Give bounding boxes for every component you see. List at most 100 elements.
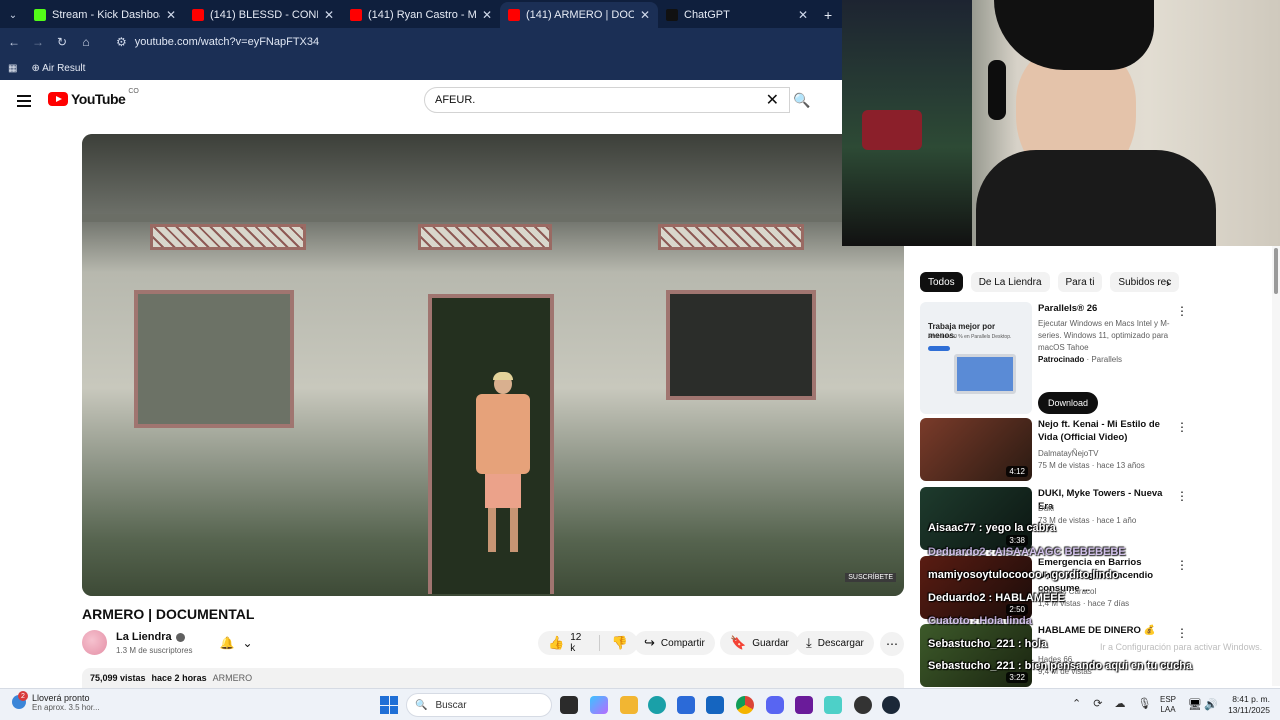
channel-avatar[interactable] xyxy=(82,630,107,655)
url-text: youtube.com/watch?v=eyFNapFTX34 xyxy=(134,36,320,48)
url-field[interactable]: ⚙ youtube.com/watch?v=eyFNapFTX34 xyxy=(108,31,836,53)
store-icon[interactable] xyxy=(677,696,695,714)
chevron-up-icon[interactable]: ⌃ xyxy=(1072,697,1081,710)
share-button[interactable]: ↪ Compartir xyxy=(634,631,715,655)
network-icon[interactable]: 🖥 xyxy=(1188,698,1202,711)
recommendation-item[interactable]: 3:38 DUKI, Myke Towers - Nueva Era Duki … xyxy=(920,487,1190,551)
search-icon: 🔍 xyxy=(415,699,428,711)
weather-widget[interactable]: 2 Lloverá pronto En aprox. 3.5 hor... xyxy=(12,691,100,712)
home-icon[interactable]: ⌂ xyxy=(78,35,94,49)
chevron-right-icon[interactable]: › xyxy=(1166,276,1170,290)
lang-secondary: LAA xyxy=(1160,705,1176,714)
clock[interactable]: 8:41 p. m. 13/11/2025 xyxy=(1226,694,1270,716)
new-tab-icon[interactable]: + xyxy=(816,2,840,28)
bookmark-label: Air Result xyxy=(42,62,86,74)
download-label: Descargar xyxy=(817,637,864,649)
wall-window xyxy=(666,290,816,400)
more-options-icon[interactable]: ⋮ xyxy=(1176,626,1188,640)
more-actions-icon[interactable]: ⋯ xyxy=(880,632,904,656)
save-button[interactable]: 🔖 Guardar xyxy=(720,631,799,655)
volume-icon[interactable]: 🔊 xyxy=(1204,698,1218,711)
browser-tab[interactable]: (141) Ryan Castro - Malory (Vid ✕ xyxy=(342,2,500,28)
recommendation-title[interactable]: DUKI, Myke Towers - Nueva Era xyxy=(1038,487,1178,513)
hashtag[interactable]: ARMERO xyxy=(213,673,253,685)
video-thumbnail[interactable]: 3:22 xyxy=(920,624,1032,687)
site-info-icon[interactable]: ⚙ xyxy=(116,35,127,49)
ad-title[interactable]: Parallels® 26 xyxy=(1038,302,1178,315)
video-thumbnail[interactable]: 3:38 xyxy=(920,487,1032,550)
chip-all[interactable]: Todos xyxy=(920,272,963,292)
youtube-logo[interactable]: YouTube CO xyxy=(48,88,139,107)
chrome-icon[interactable] xyxy=(736,696,754,714)
task-view-icon[interactable] xyxy=(560,696,578,714)
edge-icon[interactable] xyxy=(648,696,666,714)
cloud-icon[interactable]: ☁ xyxy=(1114,697,1125,710)
clear-search-icon[interactable]: ✕ xyxy=(766,90,779,110)
reload-icon[interactable]: ↻ xyxy=(54,35,70,49)
close-tab-icon[interactable]: ✕ xyxy=(798,8,808,22)
forward-icon[interactable]: → xyxy=(30,35,46,49)
download-icon: ⤓ xyxy=(806,635,812,650)
search-icon[interactable]: 🔍 xyxy=(784,87,820,113)
more-options-icon[interactable]: ⋮ xyxy=(1176,304,1188,318)
description-box[interactable]: 75,099 vistas hace 2 horas ARMERO xyxy=(82,668,904,690)
chat-message: Sebastucho_221 : bien pensando aqui en t… xyxy=(928,660,1193,672)
ad-download-button[interactable]: Download xyxy=(1038,392,1099,414)
more-options-icon[interactable]: ⋮ xyxy=(1176,558,1188,572)
file-explorer-icon[interactable] xyxy=(620,696,638,714)
more-options-icon[interactable]: ⋮ xyxy=(1176,420,1188,434)
apps-grid-icon[interactable]: ▦ xyxy=(8,63,17,74)
wall-vent xyxy=(150,224,306,250)
recommendation-channel[interactable]: DalmatayÑejoTV xyxy=(1038,448,1098,460)
recommendation-item[interactable]: 3:22 HABLAME DE DINERO 💰 Hades 66 9,4 M … xyxy=(920,624,1190,688)
thumbs-down-icon[interactable]: 👎 xyxy=(612,635,628,651)
recommendation-item[interactable]: 2:50 Emergencia en Barrios Unidos, Bogot… xyxy=(920,556,1190,620)
more-options-icon[interactable]: ⋮ xyxy=(1176,489,1188,503)
tab-search-icon[interactable]: ⌄ xyxy=(0,2,26,28)
discord-icon[interactable] xyxy=(766,696,784,714)
chat-message: Deduardo2 : HABLAMEEE xyxy=(928,592,1065,604)
steam-icon[interactable] xyxy=(882,696,900,714)
browser-tab[interactable]: ChatGPT ✕ xyxy=(658,2,816,28)
sync-icon[interactable]: ⟳ xyxy=(1093,697,1102,710)
browser-tab[interactable]: Stream - Kick Dashboard ✕ xyxy=(26,2,184,28)
recommendation-title[interactable]: Nejo ft. Kenai - Mi Estilo de Vida (Offi… xyxy=(1038,418,1178,444)
duration-badge: 3:38 xyxy=(1006,535,1028,546)
github-icon[interactable] xyxy=(854,696,872,714)
outlook-icon[interactable] xyxy=(706,696,724,714)
menu-icon[interactable] xyxy=(17,92,31,110)
recommendation-channel[interactable]: Duki xyxy=(1038,503,1054,515)
ad-sponsor-line: Patrocinado · Parallels xyxy=(1038,355,1123,364)
close-tab-icon[interactable]: ✕ xyxy=(482,8,492,22)
close-tab-icon[interactable]: ✕ xyxy=(324,8,334,22)
obs-icon[interactable] xyxy=(795,696,813,714)
browser-tab[interactable]: (141) BLESSD - CONDENADO A ✕ xyxy=(184,2,342,28)
chip-for-you[interactable]: Para ti xyxy=(1057,272,1103,292)
video-thumbnail[interactable]: 4:12 xyxy=(920,418,1032,481)
recommendation-item[interactable]: 4:12 Nejo ft. Kenai - Mi Estilo de Vida … xyxy=(920,418,1190,482)
ad-thumbnail[interactable]: Trabaja mejor por menos. Ahorra un 50 % … xyxy=(920,302,1032,414)
download-button[interactable]: ⤓ Descargar xyxy=(796,631,874,655)
windows-start-icon[interactable] xyxy=(380,696,398,714)
logo-text: YouTube xyxy=(71,91,126,107)
close-tab-icon[interactable]: ✕ xyxy=(640,8,650,22)
close-tab-icon[interactable]: ✕ xyxy=(166,8,176,22)
bookmark-item[interactable]: ⊕ Air Result xyxy=(31,63,85,74)
like-button[interactable]: 👍 12 k 👎 xyxy=(538,631,638,655)
recommendation-title[interactable]: HABLAME DE DINERO 💰 xyxy=(1038,624,1178,637)
taskbar-search-input[interactable]: 🔍 Buscar xyxy=(406,693,552,717)
page-scrollbar[interactable] xyxy=(1272,246,1280,686)
browser-tab-active[interactable]: (141) ARMERO | DOCUMENTAL ✕ xyxy=(500,2,658,28)
video-player[interactable]: SUSCRÍBETE xyxy=(82,134,904,596)
back-icon[interactable]: ← xyxy=(6,35,22,49)
app-icon[interactable] xyxy=(824,696,842,714)
copilot-icon[interactable] xyxy=(590,696,608,714)
ad-card[interactable]: Trabaja mejor por menos. Ahorra un 50 % … xyxy=(920,302,1190,414)
search-input[interactable]: AFEUR. ✕ xyxy=(424,87,790,113)
video-thumbnail[interactable]: 2:50 xyxy=(920,556,1032,619)
channel-name[interactable]: La Liendra xyxy=(116,631,185,643)
language-indicator[interactable]: ESP LAA xyxy=(1160,695,1176,715)
chip-channel[interactable]: De La Liendra xyxy=(970,272,1050,292)
notifications-bell-button[interactable]: 🔔 ⌄ xyxy=(210,630,262,656)
microphone-icon[interactable]: 🎙 xyxy=(1137,697,1151,710)
